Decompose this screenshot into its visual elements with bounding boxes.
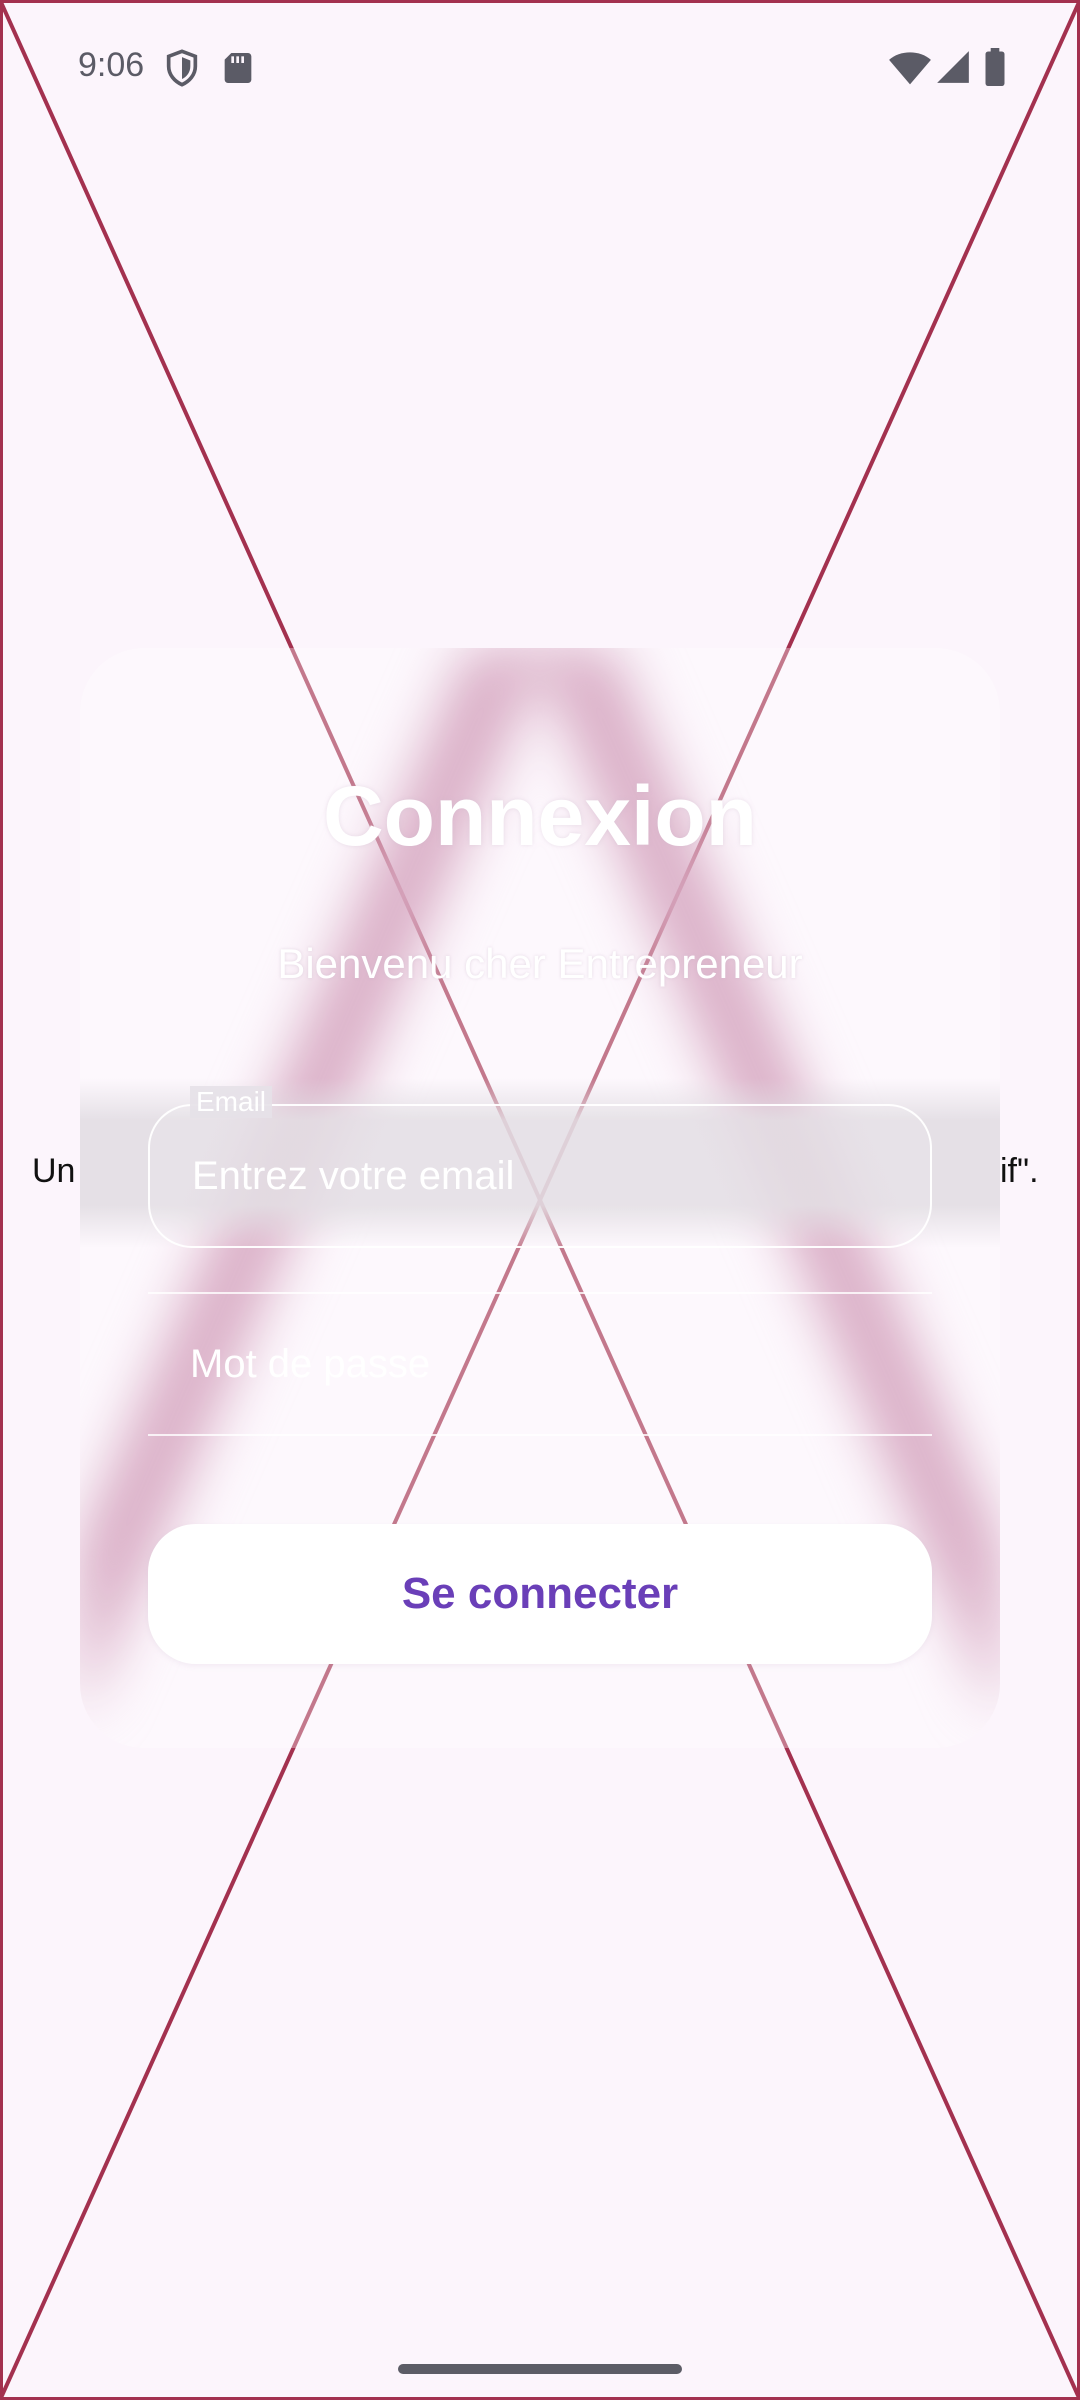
status-time: 9:06 <box>78 46 145 84</box>
login-screen: 9:06 Un if". Connexion Bienvenu cher Ent… <box>0 0 1080 2400</box>
background-text-left: Un <box>32 1152 76 1190</box>
home-indicator[interactable] <box>398 2364 682 2374</box>
email-placeholder: Entrez votre email <box>192 1154 515 1198</box>
login-button-label: Se connecter <box>401 1569 679 1618</box>
wifi-icon <box>888 48 932 88</box>
email-field-label: Email <box>190 1086 273 1118</box>
battery-icon <box>984 48 1008 88</box>
password-field[interactable]: Mot de passe <box>148 1292 932 1436</box>
background-text-right: if". <box>1000 1152 1039 1190</box>
status-bar: 9:06 <box>0 0 1080 135</box>
login-card: Connexion Bienvenu cher Entrepreneur Ema… <box>80 648 1000 1748</box>
email-field[interactable]: Email Entrez votre email <box>148 1086 932 1248</box>
password-placeholder: Mot de passe <box>190 1342 431 1386</box>
page-subtitle: Bienvenu cher Entrepreneur <box>277 940 803 987</box>
page-title: Connexion <box>323 769 757 863</box>
login-button[interactable]: Se connecter <box>148 1524 932 1664</box>
sd-card-icon <box>218 48 258 88</box>
signal-icon <box>934 48 974 88</box>
shield-icon <box>162 48 202 88</box>
